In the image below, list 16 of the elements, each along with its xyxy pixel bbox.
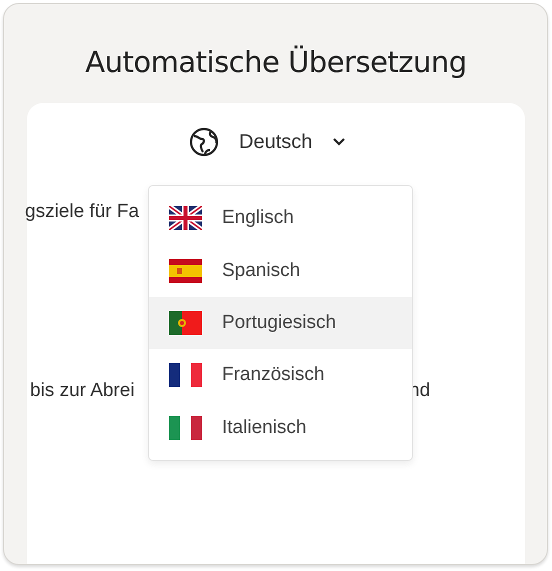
paragraph-text: bis zur Abrei [30,380,135,402]
flag-icon [169,310,202,335]
chevron-icon [332,137,346,147]
flag-icon [169,363,202,388]
flag-icon [169,416,202,440]
menu-item[interactable]: Französisch [149,349,412,402]
flag-icon [169,258,202,283]
menu-item[interactable]: Portugiesisch [149,296,412,350]
menu-item[interactable]: Englisch [149,192,412,244]
menu-item[interactable]: Italienisch [149,402,412,454]
window-title: Automatische Übersetzung [84,44,468,81]
paragraph-text: gsziele für Fa [25,201,140,223]
language-dropdown[interactable]: Deutsch [183,123,352,161]
menu-item[interactable]: Spanisch [149,244,412,297]
flag-icon [169,206,202,230]
globe-icon [189,127,219,157]
